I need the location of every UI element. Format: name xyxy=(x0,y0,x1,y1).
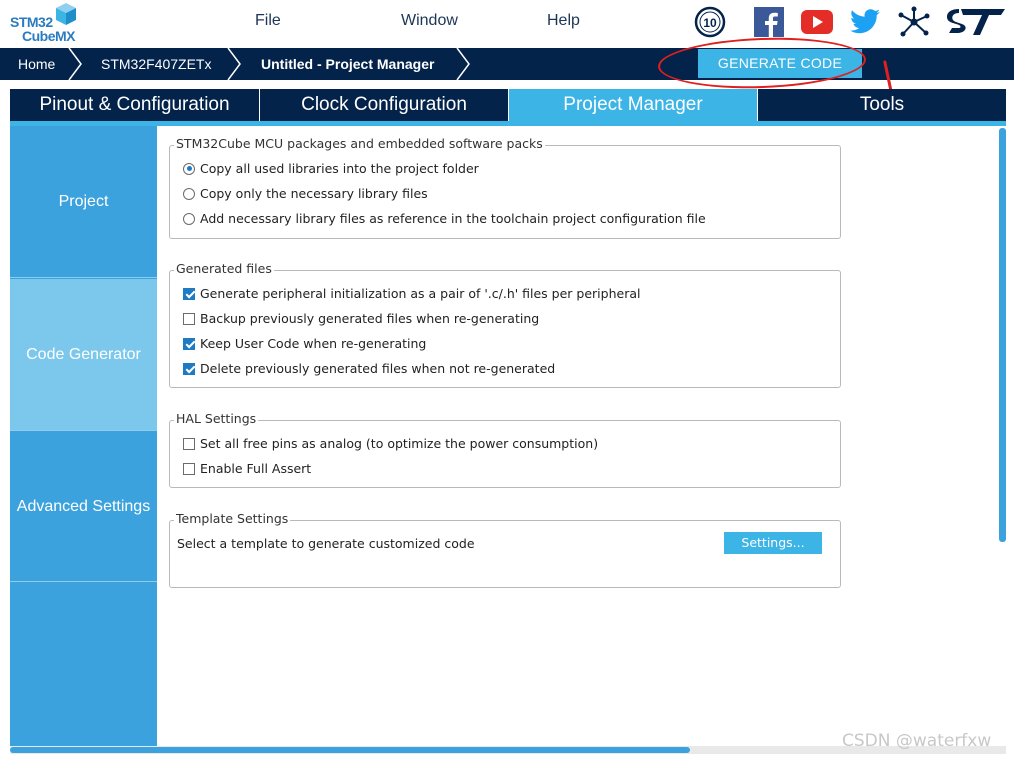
checkbox[interactable] xyxy=(183,287,195,300)
sidebar-item-code-generator[interactable]: Code Generator xyxy=(10,279,157,431)
breadcrumb-separator-icon xyxy=(68,48,82,80)
top-menu-bar: STM32 CubeMX File Window Help 10 xyxy=(0,0,1014,46)
radio-add-as-reference[interactable]: Add necessary library files as reference… xyxy=(183,211,706,226)
radio-label: Add necessary library files as reference… xyxy=(200,211,706,226)
generated-files-group: Generated files Generate peripheral init… xyxy=(169,261,841,388)
tab-clock-configuration[interactable]: Clock Configuration xyxy=(260,89,509,121)
radio-label: Copy all used libraries into the project… xyxy=(200,161,479,176)
checkbox[interactable] xyxy=(183,437,195,450)
logo-text-cubemx: CubeMX xyxy=(22,28,76,44)
radio-button[interactable] xyxy=(183,212,195,225)
facebook-icon[interactable] xyxy=(752,5,786,39)
breadcrumb-separator-icon xyxy=(456,48,470,80)
breadcrumb-mcu[interactable]: STM32F407ZETx xyxy=(101,48,211,80)
tab-tools[interactable]: Tools xyxy=(758,89,1006,121)
generated-files-group-title: Generated files xyxy=(174,261,274,276)
packages-group: STM32Cube MCU packages and embedded soft… xyxy=(169,136,841,239)
menu-file[interactable]: File xyxy=(255,12,281,30)
menu-help[interactable]: Help xyxy=(547,12,580,30)
radio-button[interactable] xyxy=(183,162,195,175)
template-settings-button[interactable]: Settings... xyxy=(724,532,822,554)
youtube-icon[interactable] xyxy=(800,5,834,39)
breadcrumb-home[interactable]: Home xyxy=(18,48,55,80)
tab-project-manager[interactable]: Project Manager xyxy=(509,89,758,121)
template-settings-group: Template Settings Select a template to g… xyxy=(169,511,841,588)
checkbox-label: Generate peripheral initialization as a … xyxy=(200,286,641,301)
tab-pinout-configuration[interactable]: Pinout & Configuration xyxy=(10,89,260,121)
st-logo-icon[interactable] xyxy=(946,5,1008,39)
packages-group-title: STM32Cube MCU packages and embedded soft… xyxy=(174,136,545,151)
radio-button[interactable] xyxy=(183,187,195,200)
sidebar-item-advanced-settings[interactable]: Advanced Settings xyxy=(10,432,157,582)
twitter-icon[interactable] xyxy=(848,5,882,39)
checkbox-label: Set all free pins as analog (to optimize… xyxy=(200,436,599,451)
checkbox-delete-old-files[interactable]: Delete previously generated files when n… xyxy=(183,361,555,376)
template-description: Select a template to generate customized… xyxy=(177,536,475,551)
sidebar: Project Code Generator Advanced Settings xyxy=(10,126,157,750)
radio-copy-necessary-files[interactable]: Copy only the necessary library files xyxy=(183,186,428,201)
hal-settings-group: HAL Settings Set all free pins as analog… xyxy=(169,411,841,488)
hal-settings-group-title: HAL Settings xyxy=(174,411,259,426)
checkbox-label: Delete previously generated files when n… xyxy=(200,361,556,376)
checkbox-full-assert[interactable]: Enable Full Assert xyxy=(183,461,311,476)
breadcrumb-project[interactable]: Untitled - Project Manager xyxy=(261,48,434,80)
checkbox[interactable] xyxy=(183,362,195,375)
checkbox[interactable] xyxy=(183,462,195,475)
checkbox-backup-files[interactable]: Backup previously generated files when r… xyxy=(183,311,539,326)
stm32cubemx-logo: STM32 CubeMX xyxy=(8,2,88,44)
vertical-scrollbar-thumb[interactable] xyxy=(999,128,1006,542)
horizontal-scrollbar-thumb[interactable] xyxy=(10,747,690,753)
checkbox-free-pins-analog[interactable]: Set all free pins as analog (to optimize… xyxy=(183,436,598,451)
watermark: CSDN @waterfxw xyxy=(842,731,992,751)
anniversary-badge-text: 10 xyxy=(703,16,717,30)
stm32cubemx-window: STM32 CubeMX File Window Help 10 Home ST… xyxy=(0,0,1014,759)
cube-logo-icon xyxy=(56,3,76,25)
menu-window[interactable]: Window xyxy=(401,12,458,30)
anniversary-10-icon[interactable]: 10 xyxy=(693,5,727,39)
checkbox-peripheral-init-pair[interactable]: Generate peripheral initialization as a … xyxy=(183,286,640,301)
template-settings-group-title: Template Settings xyxy=(174,511,291,526)
breadcrumb-separator-icon xyxy=(227,48,241,80)
checkbox-label: Keep User Code when re-generating xyxy=(200,336,427,351)
checkbox-label: Enable Full Assert xyxy=(200,461,312,476)
checkbox-label: Backup previously generated files when r… xyxy=(200,311,540,326)
sidebar-item-project[interactable]: Project xyxy=(10,126,157,278)
radio-label: Copy only the necessary library files xyxy=(200,186,428,201)
checkbox[interactable] xyxy=(183,312,195,325)
radio-copy-all-libraries[interactable]: Copy all used libraries into the project… xyxy=(183,161,479,176)
checkbox[interactable] xyxy=(183,337,195,350)
checkbox-keep-user-code[interactable]: Keep User Code when re-generating xyxy=(183,336,426,351)
main-tabs: Pinout & Configuration Clock Configurati… xyxy=(10,89,1006,121)
network-icon[interactable] xyxy=(897,5,931,39)
